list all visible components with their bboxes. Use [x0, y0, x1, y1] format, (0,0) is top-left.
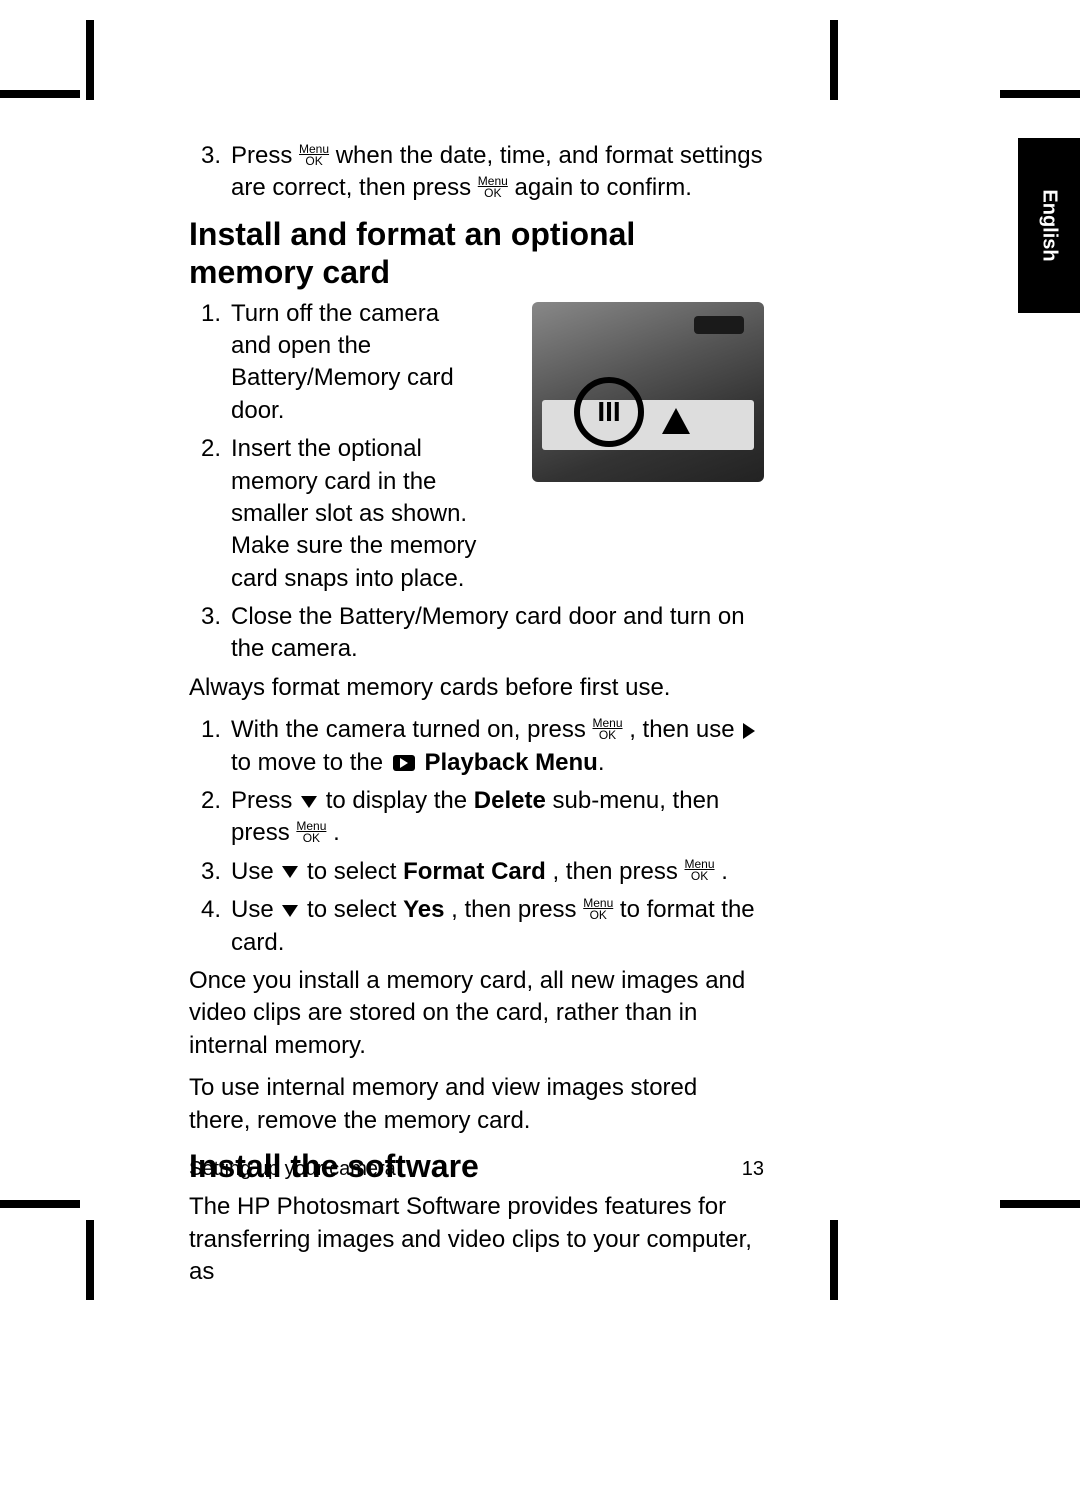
- menu-ok-icon: MenuOK: [583, 897, 613, 921]
- menu-ok-icon: MenuOK: [685, 858, 715, 882]
- crop-mark: [0, 90, 80, 98]
- page-content: 3. Press MenuOK when the date, time, and…: [189, 140, 764, 1299]
- format-steps: 1. With the camera turned on, press Menu…: [189, 714, 764, 959]
- page-footer: Setting up your camera 13: [189, 1158, 764, 1181]
- footer-section-title: Setting up your camera: [189, 1158, 396, 1181]
- bold-text: Yes: [403, 896, 444, 923]
- step-number: 2.: [189, 433, 231, 595]
- menu-ok-icon: MenuOK: [299, 143, 329, 167]
- paragraph-software: The HP Photosmart Software provides feat…: [189, 1191, 764, 1288]
- camera-illustration: III: [532, 302, 764, 482]
- arrow-up-icon: [662, 408, 690, 434]
- step-number: 4.: [189, 894, 231, 959]
- crop-mark: [830, 1220, 838, 1300]
- step-number: 2.: [189, 785, 231, 850]
- menu-ok-icon: MenuOK: [593, 717, 623, 741]
- step-text: With the camera turned on, press MenuOK …: [231, 714, 764, 779]
- step-text: Insert the optional memory card in the s…: [231, 433, 481, 595]
- step-number: 3.: [189, 856, 231, 888]
- intro-steps: 3. Press MenuOK when the date, time, and…: [189, 140, 764, 205]
- memory-card-highlight: III: [574, 377, 644, 447]
- memory-card-section: III 1. Turn off the camera and open the …: [189, 298, 764, 666]
- heading-install-memory-card: Install and format an optional memory ca…: [189, 215, 764, 292]
- crop-mark: [830, 20, 838, 100]
- list-item: 3. Press MenuOK when the date, time, and…: [189, 140, 764, 205]
- crop-mark: [1000, 1200, 1080, 1208]
- menu-ok-icon: MenuOK: [478, 175, 508, 199]
- step-text: Use to select Yes , then press MenuOK to…: [231, 894, 764, 959]
- bold-text: Delete: [474, 787, 546, 814]
- playback-icon: [393, 755, 415, 771]
- paragraph-always-format: Always format memory cards before first …: [189, 672, 764, 704]
- step-number: 1.: [189, 298, 231, 428]
- crop-mark: [1000, 90, 1080, 98]
- page-number: 13: [742, 1158, 764, 1181]
- triangle-down-icon: [282, 905, 298, 917]
- list-item: 3. Close the Battery/Memory card door an…: [189, 601, 764, 666]
- step-text: Press MenuOK when the date, time, and fo…: [231, 140, 764, 205]
- crop-mark: [0, 1200, 80, 1208]
- list-item: 1. With the camera turned on, press Menu…: [189, 714, 764, 779]
- language-tab: English: [1018, 138, 1080, 313]
- paragraph-once-installed: Once you install a memory card, all new …: [189, 965, 764, 1062]
- camera-lens: [694, 316, 744, 334]
- step-text: Turn off the camera and open the Battery…: [231, 298, 481, 428]
- list-item: 2. Press to display the Delete sub-menu,…: [189, 785, 764, 850]
- bold-text: Format Card: [403, 858, 546, 885]
- crop-mark: [86, 20, 94, 100]
- bold-text: Playback Menu: [424, 749, 597, 776]
- list-item: 2. Insert the optional memory card in th…: [189, 433, 517, 595]
- step-text: Close the Battery/Memory card door and t…: [231, 601, 764, 666]
- triangle-down-icon: [301, 796, 317, 808]
- step-text: Press to display the Delete sub-menu, th…: [231, 785, 764, 850]
- triangle-right-icon: [743, 723, 755, 739]
- language-label: English: [1038, 189, 1061, 261]
- step-number: 3.: [189, 601, 231, 666]
- list-item: 4. Use to select Yes , then press MenuOK…: [189, 894, 764, 959]
- step-number: 3.: [189, 140, 231, 205]
- list-item: 3. Use to select Format Card , then pres…: [189, 856, 764, 888]
- step-number: 1.: [189, 714, 231, 779]
- list-item: 1. Turn off the camera and open the Batt…: [189, 298, 517, 428]
- menu-ok-icon: MenuOK: [296, 820, 326, 844]
- step-text: Use to select Format Card , then press M…: [231, 856, 764, 888]
- crop-mark: [86, 1220, 94, 1300]
- triangle-down-icon: [282, 866, 298, 878]
- paragraph-internal-memory: To use internal memory and view images s…: [189, 1072, 764, 1137]
